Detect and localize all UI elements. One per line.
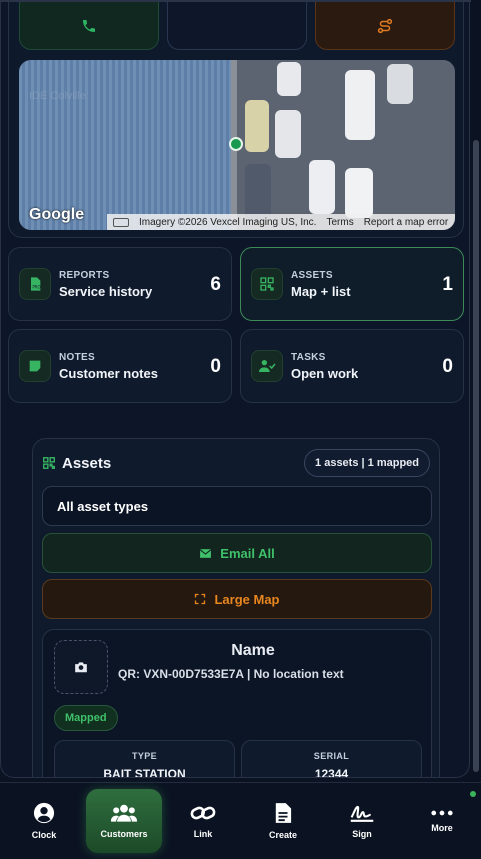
call-button[interactable] [19, 2, 159, 50]
car [245, 100, 269, 152]
report-map-error-link[interactable]: Report a map error [364, 217, 448, 228]
nav-clock-label: Clock [31, 830, 57, 840]
building-roof [19, 60, 231, 230]
expand-icon [195, 593, 206, 605]
customer-detail-panel: IDE Colville Google Imagery ©2026 Vexcel… [0, 2, 470, 778]
nav-more-label: More [431, 823, 453, 833]
user-check-icon [251, 350, 283, 382]
asset-serial-box: SERIAL 12344 [241, 740, 422, 778]
signature-icon [350, 805, 374, 822]
car [387, 64, 413, 104]
report-file-icon: PRO [19, 268, 51, 300]
document-icon [275, 803, 292, 823]
scrollbar-thumb[interactable] [473, 140, 479, 772]
assets-count-badge: 1 assets | 1 mapped [304, 449, 430, 477]
asset-serial-label: SERIAL [313, 751, 350, 761]
car [277, 62, 301, 96]
assets-section-title: Assets [62, 455, 112, 472]
asset-qr-line: QR: VXN-00D7533E7A | No location text [118, 667, 344, 681]
imagery-credit: Imagery ©2026 Vexcel Imaging US, Inc. [139, 216, 317, 228]
more-dots-icon [431, 810, 453, 816]
map-attribution-bar: Imagery ©2026 Vexcel Imaging US, Inc. Te… [107, 214, 455, 230]
notes-title: Customer notes [59, 366, 158, 381]
asset-name: Name [231, 642, 275, 659]
route-icon [377, 18, 393, 33]
notes-kicker: NOTES [59, 352, 95, 363]
nav-link-label: Link [193, 829, 213, 839]
reports-kicker: REPORTS [59, 270, 110, 281]
nav-create[interactable]: Create [245, 789, 321, 853]
email-all-label: Email All [220, 545, 275, 561]
nav-customers-label: Customers [100, 829, 148, 839]
action-button[interactable] [167, 2, 307, 50]
google-logo: Google [29, 206, 85, 223]
satellite-map[interactable]: IDE Colville Google Imagery ©2026 Vexcel… [19, 60, 455, 230]
car [345, 168, 373, 218]
camera-icon [75, 662, 87, 673]
nav-sign[interactable]: Sign [324, 789, 400, 853]
nav-clock[interactable]: Clock [6, 789, 82, 853]
map-place-label: IDE Colville [29, 90, 86, 102]
nav-more[interactable]: More [404, 789, 480, 853]
link-icon [190, 806, 216, 820]
asset-card[interactable]: Name QR: VXN-00D7533E7A | No location te… [42, 629, 432, 778]
location-pin-icon[interactable] [229, 137, 243, 151]
tasks-count: 0 [442, 356, 453, 377]
svg-text:PRO: PRO [32, 285, 40, 290]
phone-icon [83, 19, 95, 32]
assets-kicker: ASSETS [291, 270, 333, 281]
email-all-button[interactable]: Email All [42, 533, 432, 573]
assets-section: Assets 1 assets | 1 mapped All asset typ… [32, 438, 440, 778]
notes-count: 0 [210, 356, 221, 377]
keyboard-icon[interactable] [113, 217, 129, 227]
location-card: IDE Colville Google Imagery ©2026 Vexcel… [8, 2, 464, 238]
notes-card[interactable]: NOTES Customer notes 0 [8, 329, 232, 403]
nav-create-label: Create [268, 830, 297, 840]
car [345, 70, 375, 140]
reports-card[interactable]: PRO REPORTS Service history 6 [8, 247, 232, 321]
asset-type-label: TYPE [131, 751, 158, 761]
nav-sign-label: Sign [352, 829, 372, 839]
car [275, 110, 301, 158]
note-icon [19, 350, 51, 382]
mail-icon [200, 548, 212, 558]
user-circle-icon [33, 802, 55, 824]
asset-serial-value: 12344 [314, 767, 349, 778]
users-icon [111, 804, 137, 822]
asset-type-select[interactable]: All asset types [42, 486, 432, 526]
tasks-card[interactable]: TASKS Open work 0 [240, 329, 464, 403]
reports-title: Service history [59, 284, 153, 299]
assets-title: Map + list [291, 284, 351, 299]
assets-card[interactable]: ASSETS Map + list 1 [240, 247, 464, 321]
mapped-status-badge: Mapped [54, 705, 118, 731]
large-map-label: Large Map [214, 591, 280, 607]
asset-type-box: TYPE BAIT STATION [54, 740, 235, 778]
nav-link[interactable]: Link [165, 789, 241, 853]
asset-type-value: BAIT STATION [103, 767, 186, 778]
nav-customers[interactable]: Customers [86, 789, 162, 853]
directions-button[interactable] [315, 2, 455, 50]
qr-code-icon [42, 456, 56, 475]
reports-count: 6 [210, 274, 221, 295]
notification-dot [470, 791, 476, 797]
tasks-title: Open work [291, 366, 359, 381]
terms-link[interactable]: Terms [326, 217, 353, 228]
large-map-button[interactable]: Large Map [42, 579, 432, 619]
bottom-navigation: Clock Customers Link Create Sign More [0, 782, 481, 859]
qr-code-icon [251, 268, 283, 300]
tasks-kicker: TASKS [291, 352, 326, 363]
assets-count: 1 [442, 274, 453, 295]
car [309, 160, 335, 214]
car [245, 164, 271, 220]
